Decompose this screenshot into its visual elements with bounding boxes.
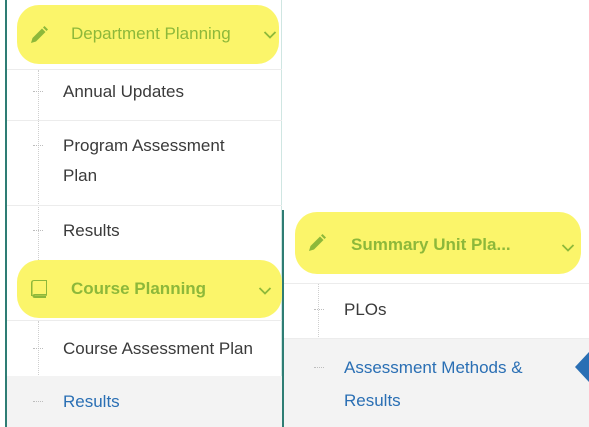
menu-item-assessment-methods-results[interactable]: Assessment Methods &	[314, 352, 523, 383]
menu-item-plos[interactable]: PLOs	[314, 294, 387, 325]
tree-dots	[314, 367, 324, 368]
course-planning-header[interactable]: Course Planning	[0, 258, 282, 320]
menu-item-label: Plan	[63, 166, 98, 185]
tree-dots	[33, 145, 43, 146]
menu-item-course-results[interactable]: Results	[33, 386, 120, 417]
row-divider	[7, 69, 282, 70]
row-divider	[7, 205, 282, 206]
menu-item-course-assessment-plan[interactable]: Course Assessment Plan	[63, 333, 282, 364]
menu-item-results[interactable]: Results	[33, 215, 120, 246]
row-divider	[284, 283, 589, 284]
tree-dots	[33, 401, 43, 402]
menu-item-label: Assessment Methods &	[344, 358, 523, 377]
chevron-down-icon[interactable]	[561, 241, 575, 255]
active-row-background	[7, 376, 282, 427]
menu-item-label: Results	[63, 392, 120, 411]
pencil-icon	[28, 24, 50, 46]
summary-unit-plan-header[interactable]: Summary Unit Pla...	[282, 210, 589, 276]
row-divider	[7, 120, 282, 121]
tree-dots	[33, 230, 43, 231]
menu-item-assessment-methods-results-line2[interactable]: Results	[344, 385, 401, 416]
menu-item-program-assessment-plan[interactable]: Program Assessment	[33, 130, 225, 161]
right-nav-panel: Summary Unit Pla... PLOs Assessment Meth…	[282, 210, 589, 427]
menu-item-label: Results	[63, 221, 120, 240]
tree-dots	[33, 91, 43, 92]
menu-item-label: Program Assessment	[63, 136, 225, 155]
chevron-down-icon[interactable]	[263, 28, 277, 42]
menu-item-label: PLOs	[344, 300, 387, 319]
department-planning-label: Department Planning	[71, 24, 231, 43]
menu-item-program-assessment-plan-line2[interactable]: Plan	[63, 160, 97, 191]
screenshot-stage: Department Planning Annual Updates Progr…	[0, 0, 589, 427]
row-divider	[7, 320, 282, 321]
left-nav-panel: Department Planning Annual Updates Progr…	[0, 0, 282, 427]
course-planning-label: Course Planning	[71, 279, 207, 298]
pencil-icon	[306, 232, 328, 254]
menu-item-label: Course Assessment Plan	[63, 339, 253, 358]
tree-dots	[33, 348, 43, 349]
chevron-down-icon[interactable]	[258, 284, 272, 298]
department-planning-header[interactable]: Department Planning	[0, 0, 282, 70]
tree-dots	[314, 309, 324, 310]
menu-item-annual-updates[interactable]: Annual Updates	[33, 76, 184, 107]
active-indicator-icon	[575, 352, 589, 382]
book-icon	[28, 278, 50, 300]
summary-unit-plan-label: Summary Unit Pla...	[351, 235, 511, 254]
tree-connector	[38, 70, 39, 260]
menu-item-label: Annual Updates	[63, 82, 184, 101]
menu-item-label: Results	[344, 391, 401, 410]
